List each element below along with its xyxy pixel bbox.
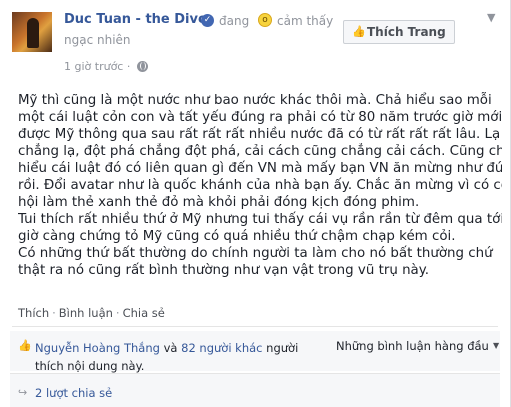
public-globe-icon[interactable]	[137, 61, 148, 72]
shares-summary: ↪ 2 lượt chia sẻ	[10, 374, 500, 407]
feeling-label[interactable]: ngạc nhiên	[64, 33, 131, 47]
thumbs-up-icon: 👍	[18, 339, 32, 352]
post-actions: Thích · Bình luận · Chia sẻ	[18, 306, 165, 320]
verified-badge-icon: ✓	[201, 14, 214, 27]
thumbs-up-icon: 👍	[352, 25, 366, 38]
like-page-label: Thích Trang	[367, 25, 446, 39]
post-body-line: hiểu cái luật đó có liên quan gì đến VN …	[18, 161, 502, 176]
likes-others-link[interactable]: 82 người khác	[181, 341, 262, 355]
avatar[interactable]	[12, 12, 52, 52]
share-link[interactable]: Chia sẻ	[123, 306, 165, 320]
like-page-button[interactable]: 👍 Thích Trang	[343, 20, 455, 44]
post-body-line: một cái luật cỏn con và tất yếu đúng ra …	[18, 110, 502, 125]
feeling-verb: cảm thấy	[277, 14, 334, 28]
comment-link[interactable]: Bình luận	[59, 306, 113, 320]
likes-summary: 👍 Nguyễn Hoàng Thắng và 82 người khác ng…	[10, 331, 500, 373]
post-body-line: chẳng lạ, đột phá chẳng đột phá, cải các…	[18, 144, 502, 159]
post-timestamp[interactable]: 1 giờ trước ·	[64, 60, 130, 73]
chevron-down-icon[interactable]: ▼	[493, 341, 499, 350]
like-link[interactable]: Thích	[18, 306, 49, 320]
author-name[interactable]: Duc Tuan - the Divo	[64, 12, 207, 27]
feeling-prefix: đang	[219, 14, 250, 28]
likes-text: Nguyễn Hoàng Thắng và 82 người khác ngườ…	[35, 339, 325, 375]
comment-sort-dropdown[interactable]: Những bình luận hàng đầu	[336, 339, 489, 353]
avatar-figure	[27, 18, 39, 48]
separator: ·	[115, 306, 120, 320]
likes-and: và	[163, 341, 178, 355]
separator: ·	[52, 306, 56, 320]
post-body: Mỹ thì cũng là một nước như bao nước khá…	[18, 92, 502, 279]
post-card: Duc Tuan - the Divo ✓ đang o cảm thấy ng…	[0, 0, 511, 407]
post-body-line: Có những thứ bất thường do chính người t…	[18, 246, 493, 261]
share-icon: ↪	[18, 386, 28, 399]
post-body-line: rồi. Đổi avatar như là quốc khánh của nh…	[18, 178, 502, 193]
post-body-line: được Mỹ thông qua sau rất rất rất nhiều …	[18, 127, 501, 142]
liker-name-link[interactable]: Nguyễn Hoàng Thắng	[35, 341, 160, 355]
post-body-line: giờ càng chứng tỏ Mỹ cũng có quá nhiều t…	[18, 229, 456, 244]
divider	[12, 326, 498, 327]
surprised-emoji-icon: o	[258, 13, 272, 27]
chevron-down-icon[interactable]: ▼	[487, 11, 495, 24]
shares-count-link[interactable]: 2 lượt chia sẻ	[35, 386, 112, 400]
post-body-line: Mỹ thì cũng là một nước như bao nước khá…	[18, 93, 492, 108]
post-body-line: hội làm thẻ xanh thẻ đỏ mà khỏi phải đón…	[18, 195, 420, 210]
post-body-line: thật ra nó cũng rất bình thường như vạn …	[18, 263, 430, 278]
post-body-line: Tui thích rất nhiều thứ ở Mỹ nhưng tui t…	[18, 212, 502, 227]
